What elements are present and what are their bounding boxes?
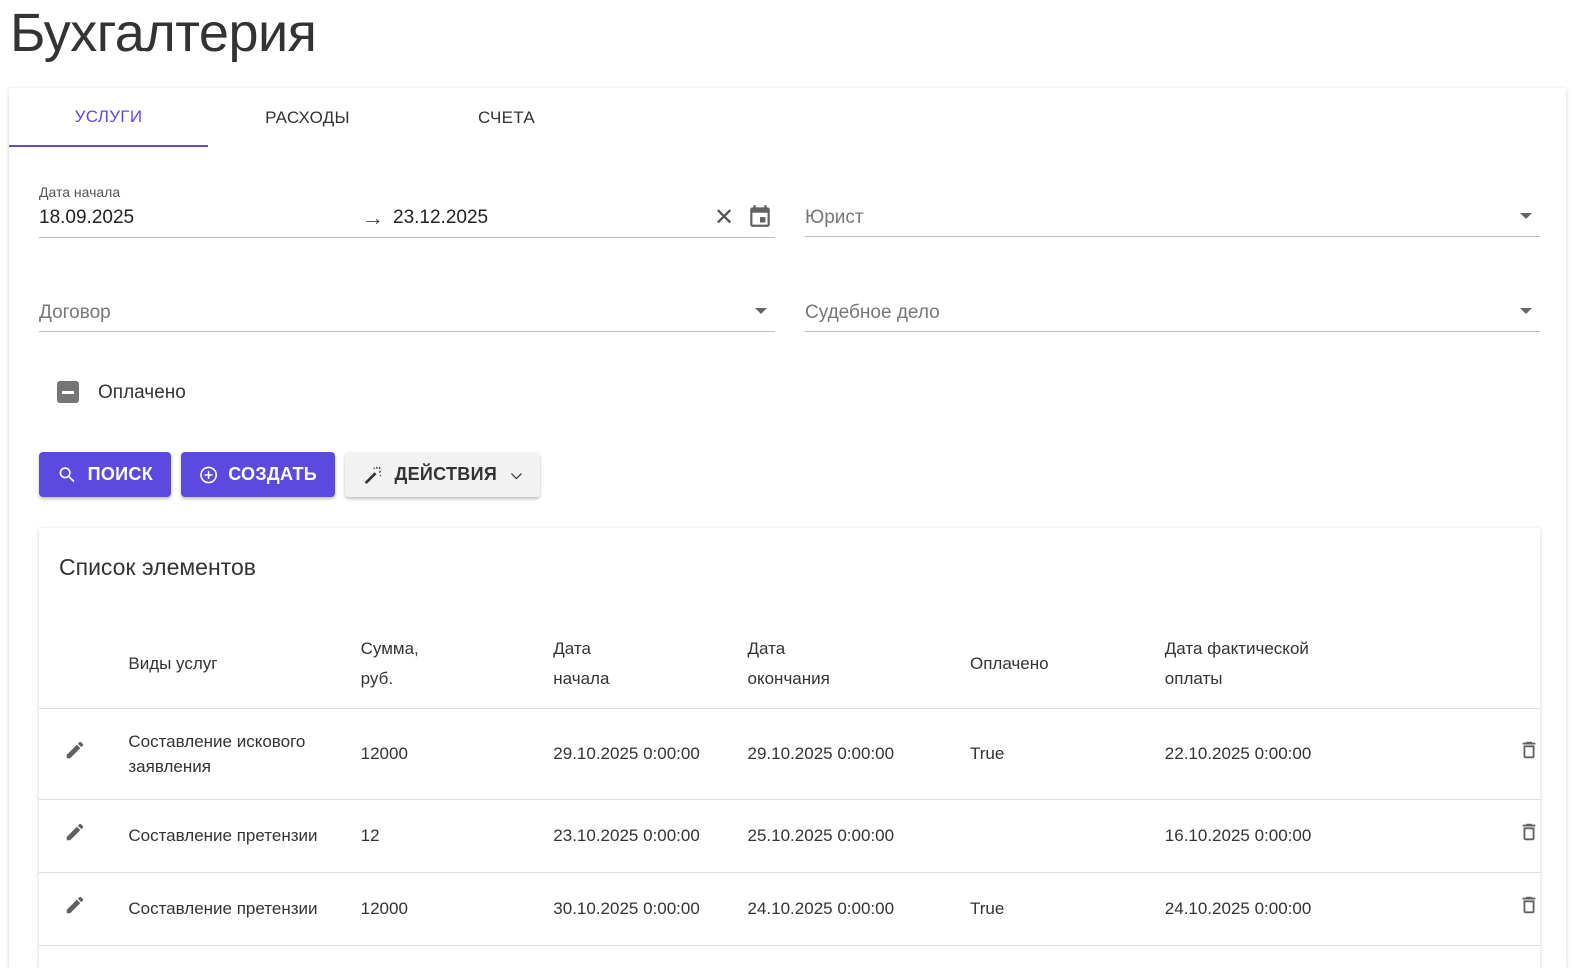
chevron-down-icon: ⌵ — [511, 466, 522, 482]
edit-icon[interactable] — [64, 821, 86, 850]
tabs: УСЛУГИ РАСХОДЫ СЧЕТА — [9, 88, 606, 147]
tab-services[interactable]: УСЛУГИ — [9, 88, 208, 147]
cell-end: 29.10.2025 0:00:00 — [747, 708, 970, 800]
header-paydate-line1: Дата фактической — [1164, 638, 1309, 658]
contract-select[interactable]: Договор — [39, 292, 775, 332]
cell-paid — [969, 799, 1165, 873]
cell-paydate: 16.10.2025 0:00:00 — [1164, 799, 1425, 873]
table-header-row: Виды услуг Сумма, руб. Дата начала Дата око… — [39, 620, 1540, 709]
header-paydate-line2: оплаты — [1164, 668, 1223, 688]
date-range-label: Дата начала — [39, 184, 121, 200]
header-sum-line2: руб. — [360, 668, 394, 688]
case-placeholder: Судебное дело — [805, 302, 940, 323]
contract-placeholder: Договор — [39, 302, 111, 323]
items-table: Виды услуг Сумма, руб. Дата начала Дата око… — [39, 620, 1540, 946]
header-end-line2: окончания — [747, 668, 830, 688]
edit-icon[interactable] — [64, 739, 86, 768]
magic-wand-icon — [364, 466, 382, 484]
header-start[interactable]: Дата начала — [553, 620, 748, 709]
cell-end: 24.10.2025 0:00:00 — [747, 872, 970, 946]
tab-invoices[interactable]: СЧЕТА — [407, 88, 606, 147]
calendar-icon[interactable] — [747, 203, 773, 229]
date-from-value[interactable]: 18.09.2025 — [39, 207, 134, 229]
dropdown-caret-icon — [755, 308, 767, 314]
cell-service: Составление претензии — [128, 799, 361, 873]
lawyer-select[interactable]: Юрист — [805, 197, 1540, 237]
lawyer-placeholder: Юрист — [805, 207, 864, 228]
cell-paydate: 24.10.2025 0:00:00 — [1164, 872, 1425, 946]
dropdown-caret-icon — [1520, 308, 1532, 314]
header-service[interactable]: Виды услуг — [128, 620, 361, 709]
list-title: Список элементов — [59, 554, 256, 580]
delete-icon[interactable] — [1518, 821, 1540, 850]
cell-end: 25.10.2025 0:00:00 — [747, 799, 970, 873]
paid-checkbox[interactable] — [57, 381, 79, 403]
delete-icon[interactable] — [1518, 894, 1540, 923]
cell-sum: 12 — [360, 799, 554, 873]
cell-service: Составление искового заявления — [128, 708, 361, 800]
cell-sum: 12000 — [360, 708, 554, 800]
table-row: Составление претензии 12000 30.10.2025 0… — [39, 872, 1540, 946]
delete-icon[interactable] — [1518, 739, 1540, 768]
header-end[interactable]: Дата окончания — [747, 620, 970, 709]
table-row: Составление искового заявления 12000 29.… — [39, 708, 1540, 800]
header-sum-line1: Сумма, — [360, 638, 419, 658]
date-range-field[interactable]: Дата начала 18.09.2025 → 23.12.2025 ✕ — [39, 184, 775, 238]
edit-icon[interactable] — [64, 894, 86, 923]
header-paid[interactable]: Оплачено — [969, 620, 1165, 709]
header-sum[interactable]: Сумма, руб. — [360, 620, 554, 709]
table-row: Составление претензии 12 23.10.2025 0:00… — [39, 799, 1540, 873]
actions-button[interactable]: ДЕЙСТВИЯ ⌵ — [345, 452, 540, 497]
actions-button-label: ДЕЙСТВИЯ — [394, 464, 498, 484]
cell-paid: True — [969, 872, 1165, 946]
items-list-card: Список элементов Виды услуг Сумма, руб. Д… — [39, 528, 1540, 968]
cell-service: Составление претензии — [128, 872, 361, 946]
paid-checkbox-label[interactable]: Оплачено — [98, 382, 186, 404]
create-button-label: СОЗДАТЬ — [228, 464, 317, 484]
accounting-card: УСЛУГИ РАСХОДЫ СЧЕТА Дата начала 18.09.2… — [9, 88, 1566, 968]
search-button-label: ПОИСК — [87, 464, 153, 484]
cell-start: 30.10.2025 0:00:00 — [553, 872, 748, 946]
cell-paid: True — [969, 708, 1165, 800]
dropdown-caret-icon — [1520, 213, 1532, 219]
header-edit — [39, 620, 129, 709]
header-paydate[interactable]: Дата фактической оплаты — [1164, 620, 1425, 709]
page-title: Бухгалтерия — [10, 3, 317, 63]
header-start-line1: Дата — [553, 638, 591, 658]
header-start-line2: начала — [553, 668, 610, 688]
search-icon — [59, 466, 75, 482]
search-button[interactable]: ПОИСК — [39, 452, 171, 497]
tab-expenses[interactable]: РАСХОДЫ — [208, 88, 407, 147]
case-select[interactable]: Судебное дело — [805, 292, 1540, 332]
add-circle-icon — [200, 466, 218, 483]
header-end-line1: Дата — [747, 638, 786, 658]
cell-start: 29.10.2025 0:00:00 — [553, 708, 748, 800]
cell-paydate: 22.10.2025 0:00:00 — [1164, 708, 1425, 800]
header-delete — [1425, 620, 1540, 709]
arrow-right-icon: → — [362, 205, 384, 230]
date-to-value[interactable]: 23.12.2025 — [393, 207, 488, 229]
clear-icon[interactable]: ✕ — [714, 203, 734, 232]
cell-start: 23.10.2025 0:00:00 — [553, 799, 748, 873]
cell-sum: 12000 — [360, 872, 554, 946]
create-button[interactable]: СОЗДАТЬ — [181, 452, 335, 497]
